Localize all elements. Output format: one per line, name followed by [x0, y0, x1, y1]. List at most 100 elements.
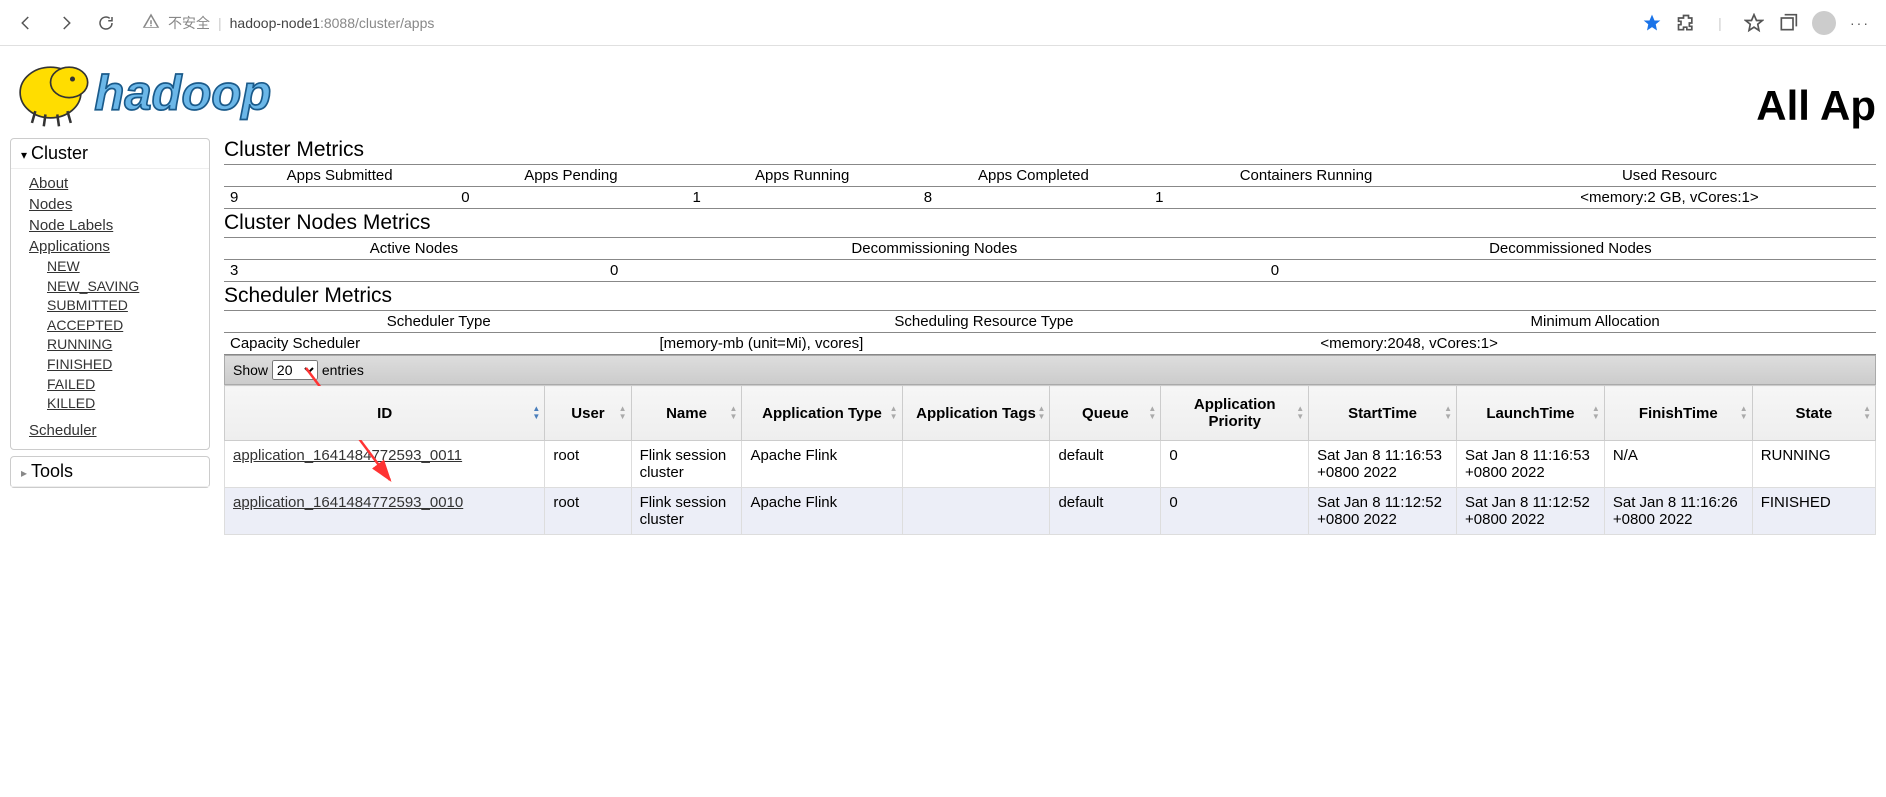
- cell: 8: [918, 187, 1149, 209]
- th-state[interactable]: State▲▼: [1752, 386, 1875, 441]
- th-priority[interactable]: Application Priority▲▼: [1161, 386, 1309, 441]
- col-apps-submitted: Apps Submitted: [224, 165, 455, 187]
- th-starttime[interactable]: StartTime▲▼: [1309, 386, 1457, 441]
- url-text: hadoop-node1:8088/cluster/apps: [230, 15, 435, 31]
- caret-right-icon: ▸: [21, 466, 27, 480]
- cell: 1: [687, 187, 918, 209]
- cell: Sat Jan 8 11:12:52 +0800 2022: [1309, 488, 1457, 535]
- col-used-resources: Used Resourc: [1463, 165, 1876, 187]
- sidebar-link-node-labels[interactable]: Node Labels: [29, 215, 199, 236]
- favorite-outline-icon[interactable]: [1744, 13, 1764, 33]
- bookmark-star-icon[interactable]: [1642, 13, 1662, 33]
- cell: [memory-mb (unit=Mi), vcores]: [654, 333, 1315, 355]
- sort-icon: ▲▼: [1863, 405, 1871, 421]
- th-apptags[interactable]: Application Tags▲▼: [902, 386, 1050, 441]
- forward-button[interactable]: [50, 7, 82, 39]
- sort-desc-icon: ▲▼: [532, 405, 540, 421]
- th-finishtime[interactable]: FinishTime▲▼: [1604, 386, 1752, 441]
- cell: default: [1050, 488, 1161, 535]
- cell: N/A: [1604, 441, 1752, 488]
- app-id-link[interactable]: application_1641484772593_0011: [233, 447, 462, 464]
- cell: Flink session cluster: [631, 441, 742, 488]
- sidebar-cluster-header[interactable]: ▾Cluster: [11, 139, 209, 169]
- sidebar-link-submitted[interactable]: SUBMITTED: [47, 296, 199, 316]
- sidebar-link-killed[interactable]: KILLED: [47, 394, 199, 414]
- sort-icon: ▲▼: [1148, 405, 1156, 421]
- cell: Apache Flink: [742, 441, 902, 488]
- sidebar-link-finished[interactable]: FINISHED: [47, 355, 199, 375]
- th-user[interactable]: User▲▼: [545, 386, 631, 441]
- cell: Flink session cluster: [631, 488, 742, 535]
- sidebar-link-applications[interactable]: Applications: [29, 236, 199, 257]
- separator-icon: |: [218, 15, 222, 31]
- th-apptype[interactable]: Application Type▲▼: [742, 386, 902, 441]
- cell: root: [545, 488, 631, 535]
- address-bar[interactable]: 不安全 | hadoop-node1:8088/cluster/apps: [130, 7, 1628, 39]
- col-containers-running: Containers Running: [1149, 165, 1463, 187]
- active-nodes-link[interactable]: 3: [230, 262, 238, 279]
- show-label: Show: [233, 362, 268, 378]
- sort-icon: ▲▼: [1740, 405, 1748, 421]
- sidebar-link-nodes[interactable]: Nodes: [29, 194, 199, 215]
- scheduler-table: Scheduler Type Scheduling Resource Type …: [224, 310, 1876, 355]
- sidebar-tools-panel: ▸Tools: [10, 456, 210, 488]
- th-launchtime[interactable]: LaunchTime▲▼: [1457, 386, 1605, 441]
- sidebar-link-running[interactable]: RUNNING: [47, 335, 199, 355]
- cell: Apache Flink: [742, 488, 902, 535]
- cell: root: [545, 441, 631, 488]
- sidebar-tools-header[interactable]: ▸Tools: [11, 457, 209, 487]
- extension-icon[interactable]: [1676, 13, 1696, 33]
- cell: Capacity Scheduler: [224, 333, 654, 355]
- app-id-link[interactable]: application_1641484772593_0010: [233, 494, 463, 511]
- sort-icon: ▲▼: [730, 405, 738, 421]
- sort-icon: ▲▼: [619, 405, 627, 421]
- sidebar-link-about[interactable]: About: [29, 173, 199, 194]
- col-decom-nodes: Decommissioning Nodes: [604, 238, 1265, 260]
- show-entries-bar: Show 10 20 50 100 entries: [224, 355, 1876, 385]
- th-queue[interactable]: Queue▲▼: [1050, 386, 1161, 441]
- th-id[interactable]: ID▲▼: [225, 386, 545, 441]
- sidebar-link-failed[interactable]: FAILED: [47, 375, 199, 395]
- caret-down-icon: ▾: [21, 148, 27, 162]
- entries-label: entries: [322, 362, 364, 378]
- col-decommed-nodes: Decommissioned Nodes: [1265, 238, 1876, 260]
- decommed-nodes-link[interactable]: 0: [1271, 262, 1279, 279]
- sidebar-link-new[interactable]: NEW: [47, 257, 199, 277]
- cell: 0: [604, 260, 1265, 282]
- decom-nodes-link[interactable]: 0: [610, 262, 618, 279]
- insecure-label: 不安全: [168, 13, 210, 33]
- cell: <memory:2 GB, vCores:1>: [1463, 187, 1876, 209]
- cluster-metrics-table: Apps Submitted Apps Pending Apps Running…: [224, 164, 1876, 209]
- hadoop-logo: hadoop: [10, 52, 348, 128]
- cell: [902, 441, 1050, 488]
- entries-select[interactable]: 10 20 50 100: [272, 360, 318, 380]
- more-icon[interactable]: ···: [1850, 13, 1870, 33]
- sidebar: ▾Cluster About Nodes Node Labels Applica…: [10, 130, 210, 535]
- th-name[interactable]: Name▲▼: [631, 386, 742, 441]
- collections-icon[interactable]: [1778, 13, 1798, 33]
- sidebar-cluster-panel: ▾Cluster About Nodes Node Labels Applica…: [10, 138, 210, 450]
- reload-button[interactable]: [90, 7, 122, 39]
- cell: Sat Jan 8 11:16:26 +0800 2022: [1604, 488, 1752, 535]
- cell: 3: [224, 260, 604, 282]
- scheduler-metrics-heading: Scheduler Metrics: [224, 284, 1876, 308]
- sidebar-link-scheduler[interactable]: Scheduler: [29, 420, 199, 441]
- table-row: application_1641484772593_0011 root Flin…: [225, 441, 1876, 488]
- col-sched-type: Scheduler Type: [224, 311, 654, 333]
- insecure-icon: [142, 12, 160, 33]
- col-min-alloc: Minimum Allocation: [1314, 311, 1876, 333]
- sidebar-link-new-saving[interactable]: NEW_SAVING: [47, 277, 199, 297]
- cell: 9: [224, 187, 455, 209]
- sort-icon: ▲▼: [890, 405, 898, 421]
- back-button[interactable]: [10, 7, 42, 39]
- separator-icon: |: [1710, 13, 1730, 33]
- sort-icon: ▲▼: [1296, 405, 1304, 421]
- cell: 0: [1265, 260, 1876, 282]
- cell: 0: [455, 187, 686, 209]
- sort-icon: ▲▼: [1038, 405, 1046, 421]
- profile-avatar-icon[interactable]: [1812, 11, 1836, 35]
- sidebar-link-accepted[interactable]: ACCEPTED: [47, 316, 199, 336]
- applications-table: ID▲▼ User▲▼ Name▲▼ Application Type▲▼ Ap…: [224, 385, 1876, 535]
- page-title: All Ap: [1756, 82, 1876, 130]
- col-sched-res-type: Scheduling Resource Type: [654, 311, 1315, 333]
